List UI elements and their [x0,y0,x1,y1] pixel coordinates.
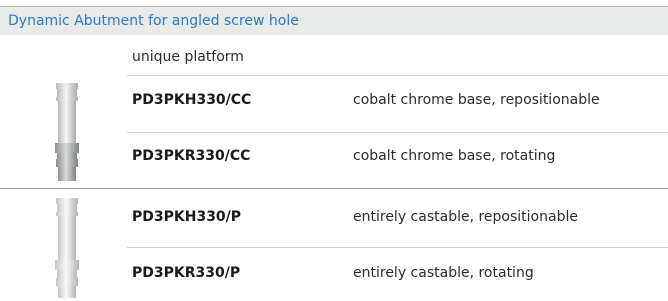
cobalt-chrome-abutment-image [55,83,79,181]
group-divider [0,188,668,189]
row-divider [127,132,668,133]
product-code: PD3PKR330/P [132,265,241,281]
product-code: PD3PKH330/CC [132,92,252,108]
row-divider [127,75,668,76]
product-description: cobalt chrome base, rotating [353,148,556,164]
platform-label: unique platform [132,49,244,65]
product-description: cobalt chrome base, repositionable [353,92,600,108]
section-header: Dynamic Abutment for angled screw hole [0,7,668,35]
product-description: entirely castable, rotating [353,265,534,281]
section-title: Dynamic Abutment for angled screw hole [8,13,299,29]
product-code: PD3PKH330/P [132,209,242,225]
castable-abutment-image [55,198,79,298]
row-divider [127,247,668,248]
product-description: entirely castable, repositionable [353,209,578,225]
product-code: PD3PKR330/CC [132,148,251,164]
